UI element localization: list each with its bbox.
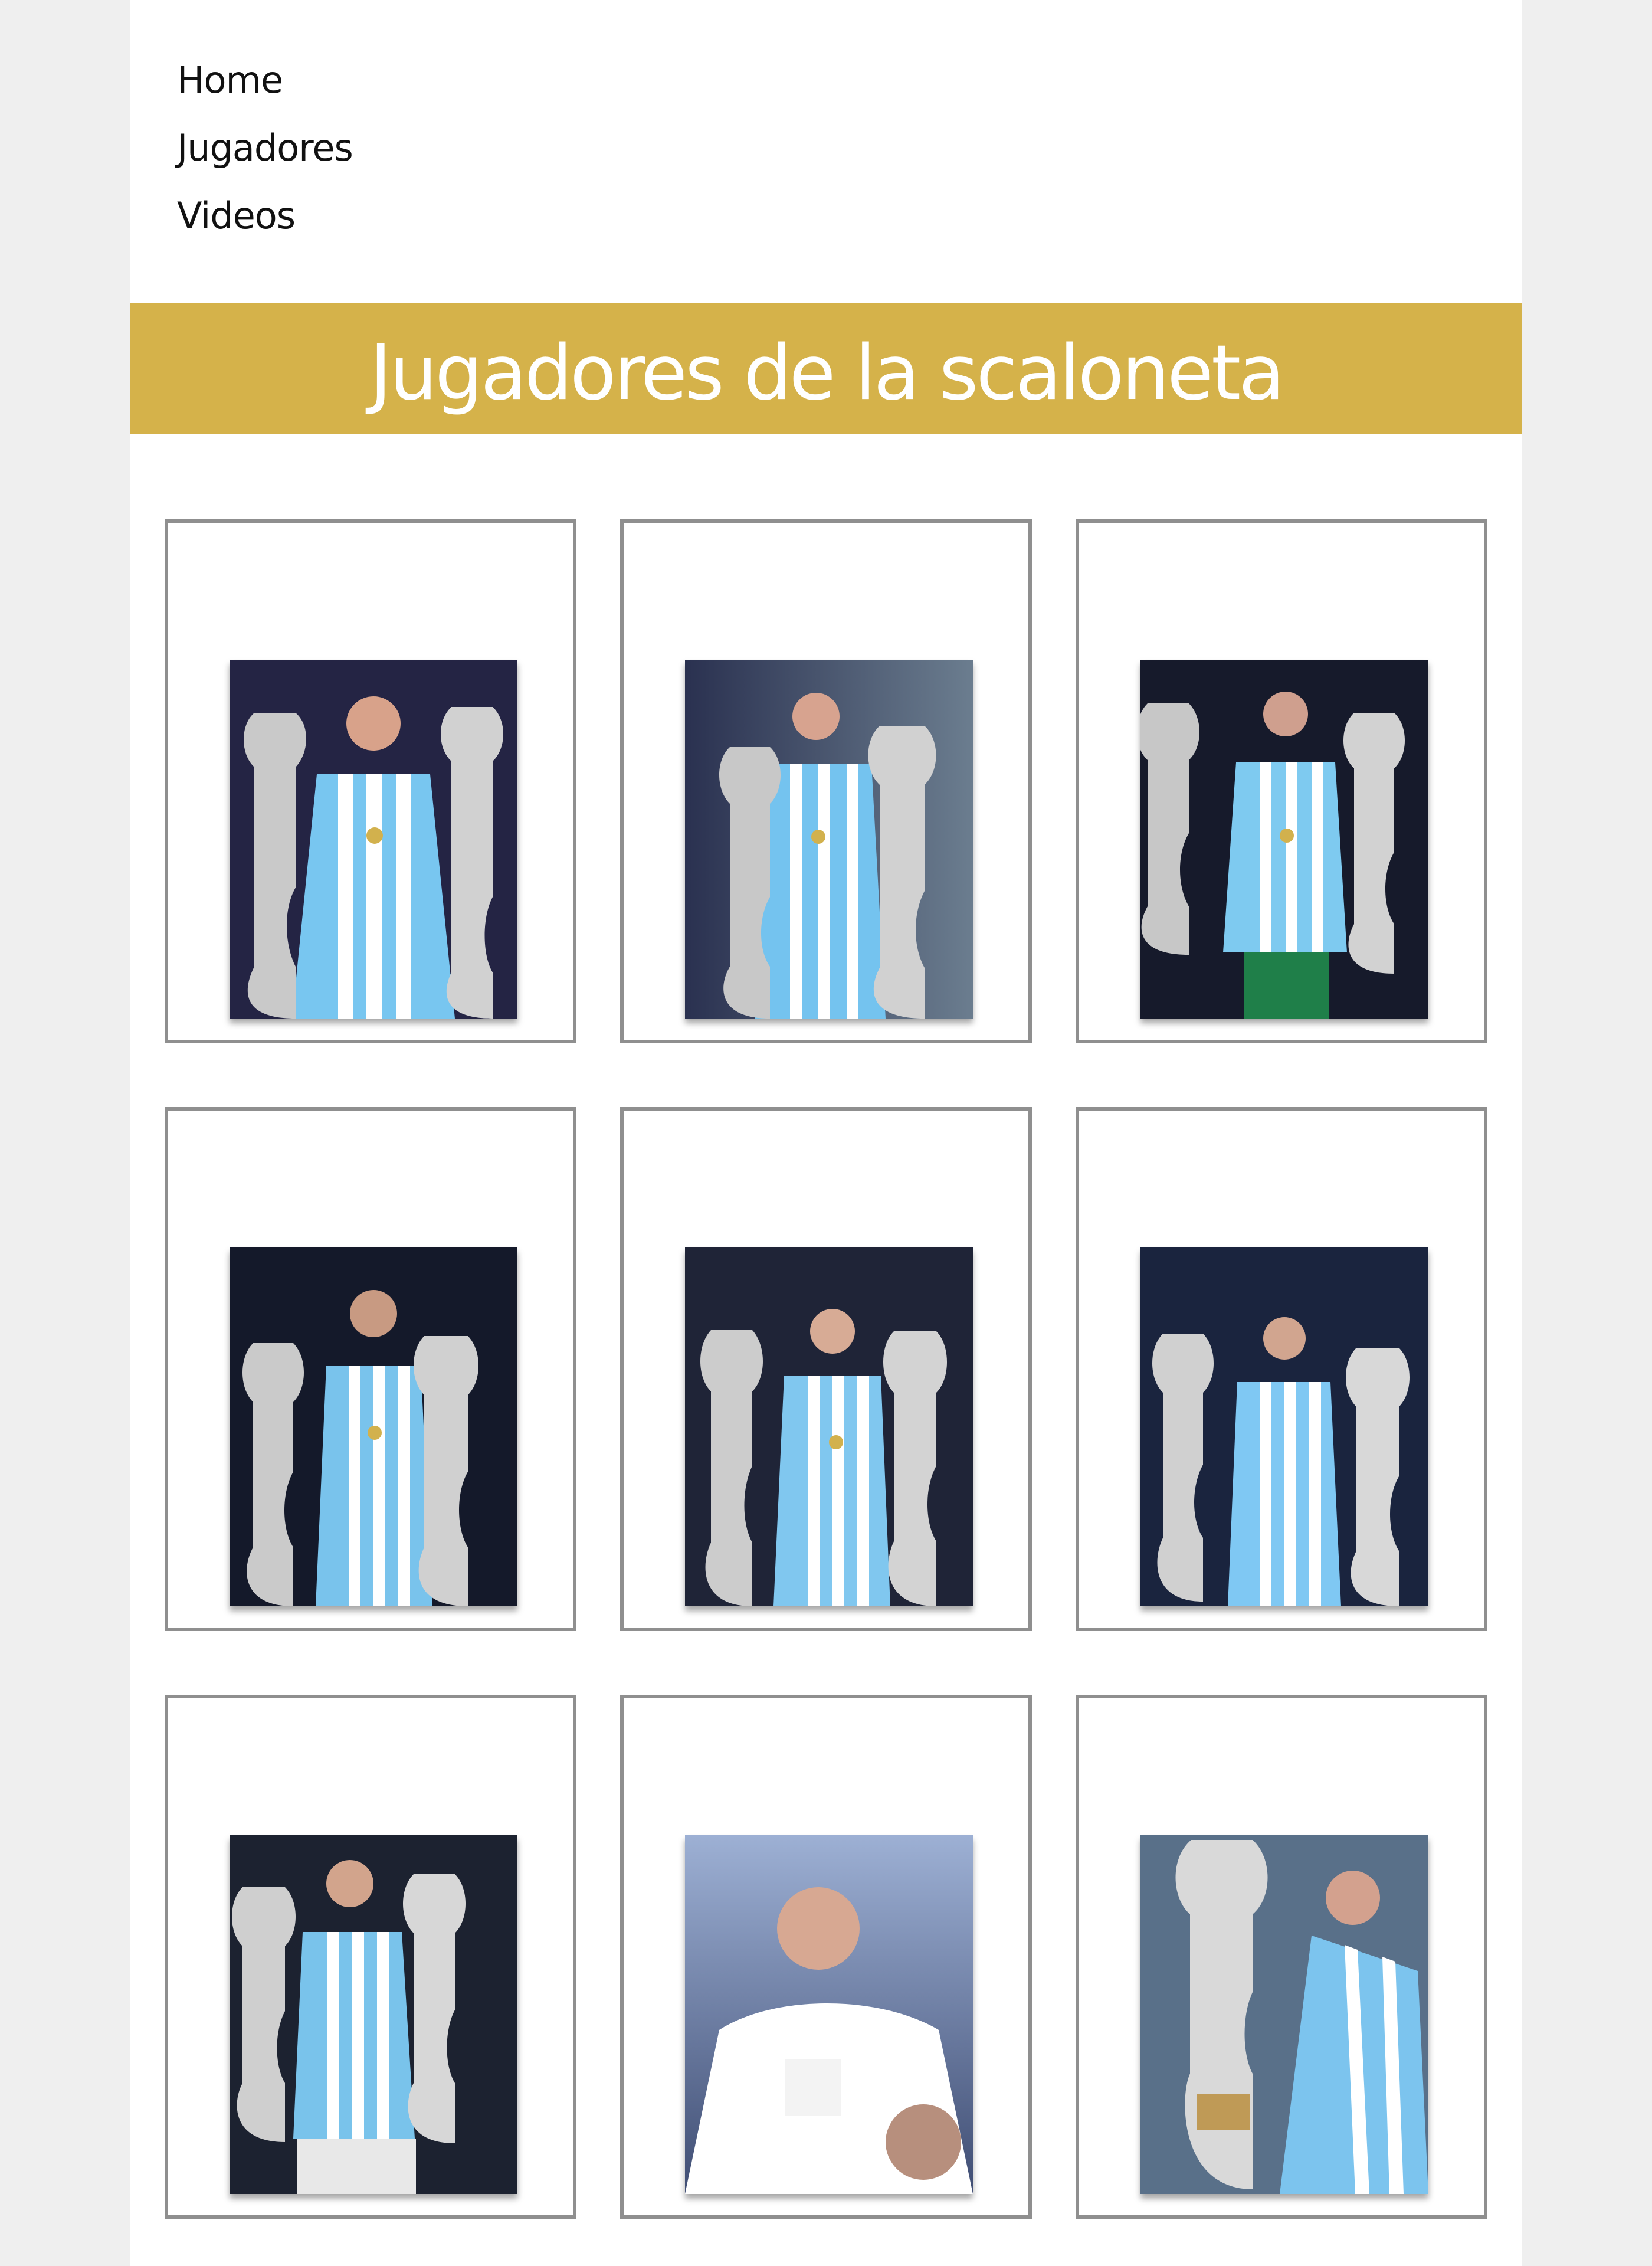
player-card[interactable] xyxy=(620,519,1032,1043)
player-photo-graphic xyxy=(685,1247,973,1606)
player-photo[interactable] xyxy=(230,1835,517,2194)
page-banner: Jugadores de la scaloneta xyxy=(130,303,1522,434)
player-photo[interactable] xyxy=(1140,1835,1428,2194)
page-container: Home Jugadores Videos Jugadores de la sc… xyxy=(130,0,1522,2266)
player-photo-graphic xyxy=(685,1835,973,2194)
nav-jugadores-link[interactable]: Jugadores xyxy=(177,114,531,182)
page-title: Jugadores de la scaloneta xyxy=(369,329,1284,417)
player-photo[interactable] xyxy=(230,1247,517,1606)
player-photo[interactable] xyxy=(230,660,517,1019)
player-photo[interactable] xyxy=(685,660,973,1019)
player-card[interactable] xyxy=(620,1695,1032,2219)
player-photo[interactable] xyxy=(685,1835,973,2194)
player-card[interactable] xyxy=(1076,519,1487,1043)
player-photo-graphic xyxy=(230,1247,517,1606)
player-photo-graphic xyxy=(230,1835,517,2194)
player-photo[interactable] xyxy=(1140,660,1428,1019)
player-photo[interactable] xyxy=(685,1247,973,1606)
player-photo-graphic xyxy=(1140,1835,1428,2194)
player-card[interactable] xyxy=(165,519,576,1043)
nav-videos-link[interactable]: Videos xyxy=(177,182,531,250)
player-photo-graphic xyxy=(1140,660,1428,1019)
player-card[interactable] xyxy=(165,1695,576,2219)
nav-home-link[interactable]: Home xyxy=(177,46,531,114)
main-navigation: Home Jugadores Videos xyxy=(177,46,531,250)
player-photo-graphic xyxy=(685,660,973,1019)
player-photo-graphic xyxy=(230,660,517,1019)
player-photo[interactable] xyxy=(1140,1247,1428,1606)
player-photo-graphic xyxy=(1140,1247,1428,1606)
player-card[interactable] xyxy=(620,1107,1032,1631)
player-card[interactable] xyxy=(165,1107,576,1631)
player-card[interactable] xyxy=(1076,1695,1487,2219)
player-card[interactable] xyxy=(1076,1107,1487,1631)
